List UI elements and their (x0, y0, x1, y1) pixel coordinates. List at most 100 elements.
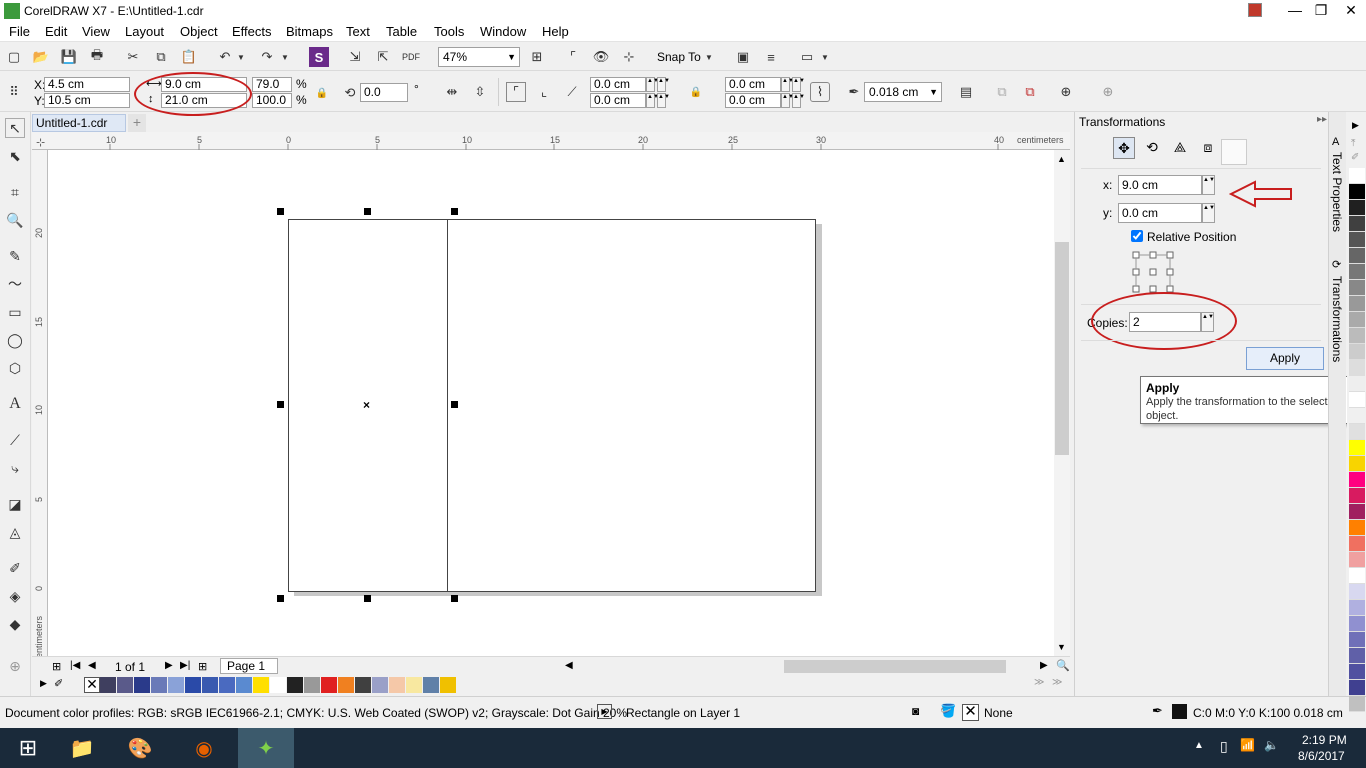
selection-handle[interactable] (277, 401, 284, 408)
snap-to-chevron-icon[interactable]: ▼ (704, 47, 714, 67)
color-swatch[interactable] (168, 677, 185, 693)
color-swatch[interactable] (1349, 216, 1365, 232)
rotate-mode-icon[interactable]: ⟲ (1141, 137, 1163, 159)
palette-scroll-right-icon[interactable]: ≫ (1034, 677, 1044, 688)
add-icon[interactable]: ⊕ (1098, 82, 1118, 102)
corner-radius-bottom-right-spinner-2[interactable]: ▲▼ (792, 93, 805, 108)
palette-flyout-icon[interactable]: ▶ (1352, 120, 1359, 131)
outline-width-dropdown[interactable]: 0.018 cm ▼ (864, 82, 942, 102)
selection-handle[interactable] (451, 208, 458, 215)
selection-handle[interactable] (277, 595, 284, 602)
color-swatch[interactable] (1349, 568, 1365, 584)
palette-scroll-left-icon[interactable]: ≫ (1052, 677, 1062, 688)
selection-handle[interactable] (451, 401, 458, 408)
position-mode-icon[interactable]: ✥ (1113, 137, 1135, 159)
horizontal-scroll-thumb[interactable] (784, 660, 1006, 673)
transparency-icon[interactable]: ◬ (5, 522, 25, 542)
color-swatch[interactable] (1349, 472, 1365, 488)
undo-dropdown-icon[interactable]: ▼ (236, 47, 246, 67)
scale-mirror-mode-icon[interactable]: ⟁ (1169, 137, 1191, 159)
color-swatch[interactable] (253, 677, 270, 693)
add-tool-icon[interactable]: ⊕ (5, 656, 25, 676)
color-swatch[interactable] (1349, 248, 1365, 264)
cut-icon[interactable]: ✂ (123, 47, 143, 67)
corner-radius-top-left-spinner[interactable]: ▲▼ (646, 77, 659, 92)
color-swatch[interactable] (185, 677, 202, 693)
anchor-point-grid[interactable] (1131, 250, 1175, 294)
welcome-screen-icon[interactable]: ▭ (797, 47, 817, 67)
rotation-angle-field[interactable]: 0.0 (360, 83, 408, 102)
color-swatch[interactable] (1349, 376, 1365, 392)
options-icon[interactable]: ▣ (733, 47, 753, 67)
paint-icon[interactable]: 🎨 (112, 728, 168, 768)
menu-bitmaps[interactable]: Bitmaps (286, 24, 333, 39)
rectangle-tool-icon[interactable]: ▭ (5, 302, 25, 322)
menu-view[interactable]: View (82, 24, 110, 39)
color-swatch[interactable] (1349, 168, 1365, 184)
new-document-icon[interactable]: ▢ (4, 47, 24, 67)
clock-time[interactable]: 2:19 PM (1302, 733, 1347, 747)
tray-chevron-icon[interactable]: ▲ (1194, 740, 1204, 751)
zoom-tool-icon[interactable]: 🔍 (5, 210, 25, 230)
color-swatch[interactable] (1349, 584, 1365, 600)
freehand-tool-icon[interactable]: ✎ (5, 246, 25, 266)
menu-window[interactable]: Window (480, 24, 526, 39)
transformations-tab-icon[interactable]: ⟳ (1332, 258, 1341, 271)
color-swatch[interactable] (287, 677, 304, 693)
color-swatch[interactable] (423, 677, 440, 693)
last-page-icon[interactable]: ▶| (180, 660, 190, 671)
menu-help[interactable]: Help (542, 24, 569, 39)
corner-radius-bottom-right-spinner[interactable]: ▲▼ (781, 93, 794, 108)
user-icon[interactable] (1248, 3, 1262, 17)
export-icon[interactable]: ⇱ (373, 47, 393, 67)
relative-position-checkbox[interactable] (1131, 230, 1143, 242)
color-swatch[interactable] (321, 677, 338, 693)
close-button[interactable]: ✕ (1334, 0, 1366, 22)
text-properties-tab-icon[interactable]: A (1332, 136, 1339, 148)
eyedropper-icon[interactable]: ✐ (5, 558, 25, 578)
scroll-left-icon[interactable]: ◀ (565, 660, 573, 671)
pick-tool-icon[interactable]: ↖ (5, 118, 25, 138)
coreldraw-taskbar-icon[interactable]: ✦ (238, 728, 294, 768)
drawing-canvas[interactable]: × (48, 150, 1054, 656)
mirror-horizontal-icon[interactable]: ⇹ (442, 82, 462, 102)
prev-page-icon[interactable]: ◀ (88, 660, 96, 671)
color-swatch[interactable] (304, 677, 321, 693)
color-swatch[interactable] (1349, 600, 1365, 616)
scroll-down-icon[interactable]: ▼ (1057, 642, 1066, 652)
color-swatch[interactable] (1349, 504, 1365, 520)
corner-radius-extra-spinner-2[interactable]: ▲▼ (657, 93, 670, 108)
palette-scroll-up-icon[interactable]: ⤒ (1351, 138, 1355, 149)
page-tab[interactable]: Page 1 (220, 658, 278, 674)
corner-radius-top-right[interactable]: 0.0 cm (725, 77, 781, 92)
vertical-ruler[interactable]: 20 15 10 5 0 centimeters (32, 150, 48, 663)
text-tool-icon[interactable]: A (5, 394, 25, 414)
color-swatch[interactable] (1349, 680, 1365, 696)
color-swatch[interactable] (1349, 536, 1365, 552)
corner-radius-top-left[interactable]: 0.0 cm (590, 77, 646, 92)
selection-handle[interactable] (451, 595, 458, 602)
color-swatch[interactable] (372, 677, 389, 693)
corner-lock-icon[interactable]: 🔒 (686, 82, 706, 102)
transform-y-field[interactable]: 0.0 cm (1118, 203, 1202, 223)
transform-x-spinner[interactable]: ▲▼ (1202, 175, 1215, 195)
smart-fill-icon[interactable]: ◆ (5, 614, 25, 634)
color-swatch[interactable] (406, 677, 423, 693)
new-tab-icon[interactable]: + (128, 114, 146, 132)
text-wrap-icon[interactable]: ▤ (956, 82, 976, 102)
redo-icon[interactable]: ↷ (257, 47, 277, 67)
guidelines-icon[interactable]: ⊹ (619, 47, 639, 67)
text-properties-tab[interactable]: Text Properties (1330, 152, 1344, 232)
undo-icon[interactable]: ↶ (215, 47, 235, 67)
to-back-icon[interactable]: ⧉ (1020, 82, 1040, 102)
menu-effects[interactable]: Effects (232, 24, 272, 39)
scroll-up-icon[interactable]: ▲ (1057, 154, 1066, 164)
color-swatch[interactable] (355, 677, 372, 693)
color-swatch[interactable] (1349, 296, 1365, 312)
transform-y-spinner[interactable]: ▲▼ (1202, 203, 1215, 223)
connector-tool-icon[interactable]: ⤷ (5, 458, 25, 478)
color-swatch[interactable] (1349, 520, 1365, 536)
restore-button[interactable]: ❐ (1304, 0, 1338, 22)
color-swatch[interactable] (1349, 696, 1365, 712)
document-tab[interactable]: Untitled-1.cdr (32, 114, 126, 132)
